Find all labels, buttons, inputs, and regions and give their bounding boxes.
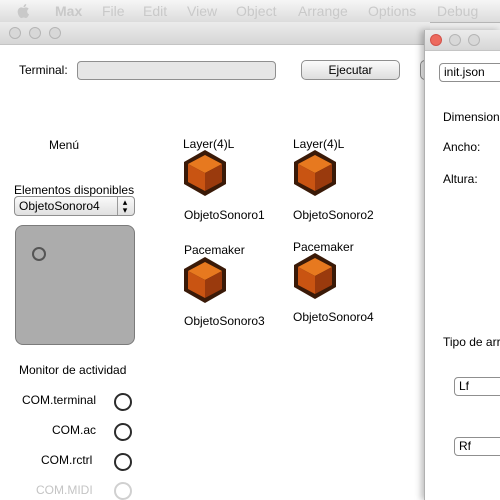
updown-arrows-icon: ▴ ▾ <box>122 197 128 215</box>
activity-led <box>114 453 132 471</box>
menu-label: Menú <box>49 138 80 152</box>
right-channel-field[interactable]: Rf <box>454 437 500 456</box>
activity-led <box>114 482 132 500</box>
zoom-window-button[interactable] <box>468 34 480 46</box>
object-2-name: ObjetoSonoro2 <box>293 208 374 222</box>
monitor-item-rctrl: COM.rctrl <box>41 453 93 467</box>
select-divider <box>117 197 118 215</box>
height-label: Altura: <box>443 172 478 186</box>
menu-bar: Max File Edit View Object Arrange Option… <box>0 0 500 23</box>
minimize-window-button[interactable] <box>29 27 41 39</box>
object-3-name: ObjetoSonoro3 <box>184 314 265 328</box>
zoom-window-button[interactable] <box>49 27 61 39</box>
menu-debug[interactable]: Debug <box>437 3 478 19</box>
title-bar <box>0 22 430 45</box>
settings-window: init.json Dimension Ancho: Altura: Tipo … <box>424 30 500 500</box>
element-select-value: ObjetoSonoro4 <box>19 199 100 213</box>
width-label: Ancho: <box>443 140 481 154</box>
available-elements-label: Elementos disponibles <box>14 183 135 197</box>
cube-icon[interactable] <box>180 255 230 305</box>
apple-icon[interactable] <box>17 3 31 19</box>
activity-led <box>114 393 132 411</box>
monitor-item-ac: COM.ac <box>52 423 97 437</box>
left-channel-field[interactable]: Lf <box>454 377 500 396</box>
execute-button[interactable]: Ejecutar <box>301 60 400 80</box>
cube-icon[interactable] <box>180 148 230 198</box>
minimize-window-button[interactable] <box>449 34 461 46</box>
type-label: Tipo de arr <box>443 335 500 349</box>
menu-arrange[interactable]: Arrange <box>298 3 348 19</box>
terminal-input[interactable] <box>77 61 276 80</box>
object-4-name: ObjetoSonoro4 <box>293 310 374 324</box>
element-select[interactable]: ObjetoSonoro4 ▴ ▾ <box>14 196 135 216</box>
pad-handle[interactable] <box>32 247 46 261</box>
menu-object[interactable]: Object <box>236 3 276 19</box>
menu-view[interactable]: View <box>187 3 217 19</box>
menu-max[interactable]: Max <box>55 3 82 19</box>
close-window-button[interactable] <box>9 27 21 39</box>
main-window: Terminal: Ejecutar Menú Elementos dispon… <box>0 22 436 500</box>
activity-led <box>114 423 132 441</box>
terminal-label: Terminal: <box>19 63 68 77</box>
file-name-field[interactable]: init.json <box>439 63 500 82</box>
monitor-item-terminal: COM.terminal <box>22 393 97 407</box>
title-bar <box>425 30 500 51</box>
xy-pad[interactable] <box>15 225 135 345</box>
close-window-button[interactable] <box>430 34 442 46</box>
cube-icon[interactable] <box>290 148 340 198</box>
menu-file[interactable]: File <box>102 3 125 19</box>
dimension-label: Dimension <box>443 110 500 124</box>
monitor-item-midi: COM.MIDI <box>36 483 93 497</box>
object-1-name: ObjetoSonoro1 <box>184 208 265 222</box>
menu-options[interactable]: Options <box>368 3 416 19</box>
activity-monitor-title: Monitor de actividad <box>19 363 127 377</box>
menu-edit[interactable]: Edit <box>143 3 167 19</box>
cube-icon[interactable] <box>290 251 340 301</box>
